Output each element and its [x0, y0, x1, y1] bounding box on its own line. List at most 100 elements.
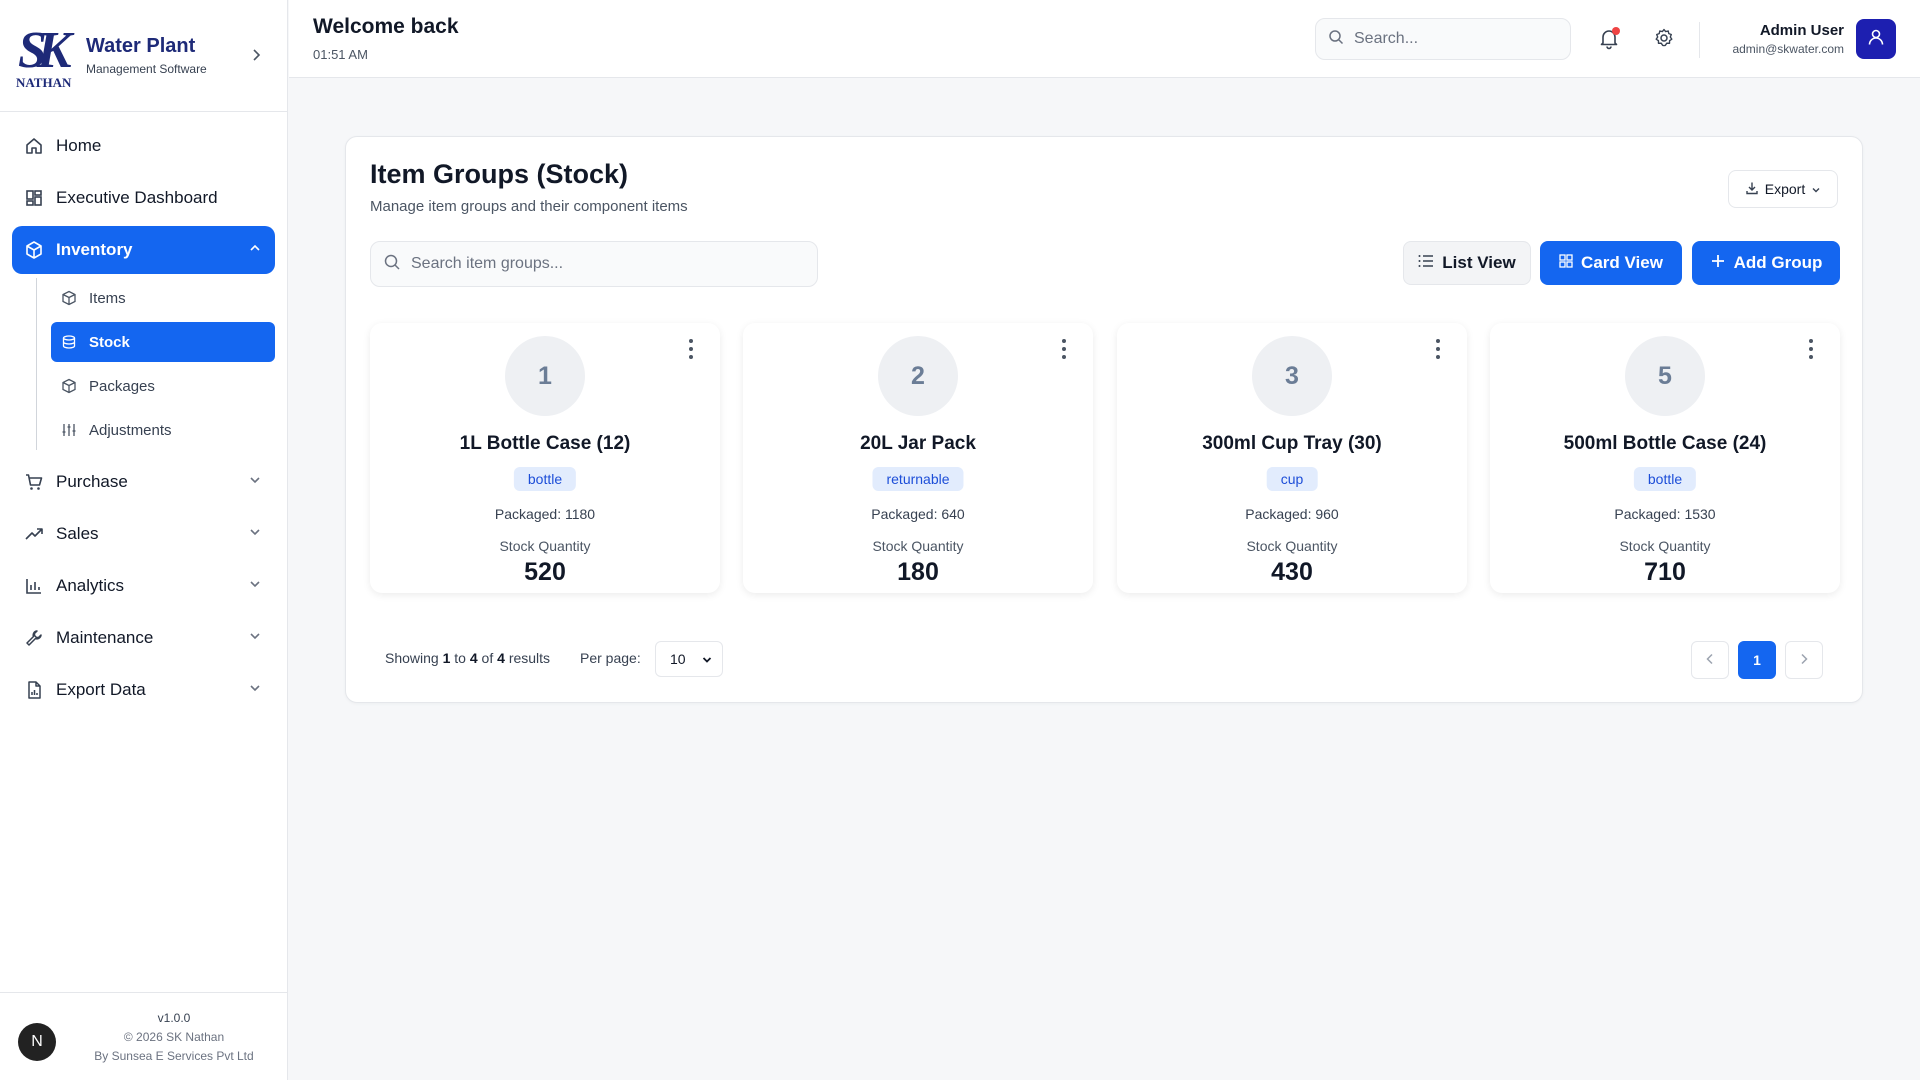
- nav-item-analytics[interactable]: Analytics: [12, 562, 275, 610]
- user-icon: [1866, 27, 1886, 52]
- bell-icon: [1597, 30, 1621, 54]
- welcome-title: Welcome back: [313, 15, 459, 38]
- avatar[interactable]: N: [18, 1023, 56, 1061]
- chevron-down-icon: [702, 651, 712, 667]
- group-number: 3: [1252, 336, 1332, 416]
- item-group-card[interactable]: 1 1L Bottle Case (12) bottle Packaged: 1…: [370, 323, 720, 593]
- chevron-left-icon: [1706, 652, 1714, 668]
- company-logo: SK NATHAN: [16, 21, 72, 90]
- card-view-button[interactable]: Card View: [1540, 241, 1682, 285]
- chevron-down-icon: [1811, 181, 1821, 197]
- group-name: 500ml Bottle Case (24): [1563, 433, 1767, 454]
- sidebar-footer: N v1.0.0 © 2026 SK Nathan By Sunsea E Se…: [0, 992, 288, 1080]
- add-group-button[interactable]: Add Group: [1692, 241, 1840, 285]
- sidebar-item-packages[interactable]: Packages: [51, 366, 275, 406]
- settings-button[interactable]: [1653, 27, 1675, 49]
- per-page-label: Per page:: [580, 650, 641, 666]
- group-name: 20L Jar Pack: [860, 433, 976, 454]
- global-search[interactable]: [1315, 18, 1571, 60]
- notifications-button[interactable]: [1597, 26, 1621, 50]
- notification-dot: [1612, 27, 1620, 35]
- search-input[interactable]: [411, 255, 791, 273]
- app-title: Water Plant: [86, 35, 196, 57]
- search-icon: [383, 253, 401, 276]
- sidebar-item-items[interactable]: Items: [51, 278, 275, 318]
- nav-item-label: Home: [56, 136, 102, 155]
- package-icon: [61, 378, 77, 394]
- packaged-count: Packaged: 960: [1245, 506, 1339, 522]
- chevron-down-icon: [249, 578, 261, 592]
- next-page-button[interactable]: [1785, 641, 1823, 679]
- nav-item-label: Sales: [56, 524, 99, 543]
- nav-item-label: Executive Dashboard: [56, 188, 218, 207]
- more-vertical-icon[interactable]: [1435, 339, 1441, 359]
- grid-icon: [1559, 253, 1573, 273]
- nav-item-export-data[interactable]: Export Data: [12, 666, 275, 714]
- copyright-label: © 2026 SK Nathan: [123, 1030, 225, 1044]
- file-chart-icon: [24, 680, 44, 700]
- export-button[interactable]: Export: [1728, 170, 1838, 208]
- nav-item-inventory[interactable]: Inventory: [12, 226, 275, 274]
- group-tag: cup: [1266, 467, 1318, 491]
- per-page-select[interactable]: 10: [655, 641, 723, 677]
- chevron-right-icon[interactable]: [251, 48, 261, 64]
- version-label: v1.0.0: [157, 1011, 191, 1025]
- page-subtitle: Manage item groups and their component i…: [370, 198, 688, 215]
- sliders-icon: [61, 422, 77, 438]
- packaged-count: Packaged: 640: [871, 506, 965, 522]
- nav-item-label: Analytics: [56, 576, 125, 595]
- group-number: 2: [878, 336, 958, 416]
- more-vertical-icon[interactable]: [688, 339, 694, 359]
- group-number: 5: [1625, 336, 1705, 416]
- plus-icon: [1710, 253, 1726, 274]
- list-icon: [1418, 253, 1434, 273]
- item-group-card[interactable]: 5 500ml Bottle Case (24) bottle Packaged…: [1490, 323, 1840, 593]
- chevron-down-icon: [249, 682, 261, 696]
- group-search[interactable]: [370, 241, 818, 287]
- nav-item-executive-dashboard[interactable]: Executive Dashboard: [12, 174, 275, 222]
- stock-quantity-label: Stock Quantity: [1619, 538, 1711, 554]
- database-icon: [61, 334, 77, 350]
- nav-item-sales[interactable]: Sales: [12, 510, 275, 558]
- list-view-button[interactable]: List View: [1403, 241, 1531, 285]
- sidebar-item-adjustments[interactable]: Adjustments: [51, 410, 275, 450]
- group-name: 300ml Cup Tray (30): [1202, 433, 1382, 454]
- group-number: 1: [505, 336, 585, 416]
- nav-item-purchase[interactable]: Purchase: [12, 458, 275, 506]
- inventory-submenu: Items Stock Packages Adjustments: [36, 278, 275, 450]
- stock-quantity-label: Stock Quantity: [1246, 538, 1338, 554]
- more-vertical-icon[interactable]: [1061, 339, 1067, 359]
- item-groups-panel: Item Groups (Stock) Manage item groups a…: [345, 136, 1863, 703]
- stock-quantity-value: 180: [897, 558, 939, 586]
- group-tag: bottle: [513, 467, 577, 491]
- chevron-down-icon: [249, 526, 261, 540]
- current-time: 01:51 AM: [313, 47, 368, 62]
- top-header: Welcome back 01:51 AM Admin User admin@s…: [289, 0, 1920, 78]
- chevron-right-icon: [1800, 652, 1808, 668]
- item-group-cards: 1 1L Bottle Case (12) bottle Packaged: 1…: [370, 323, 1840, 593]
- search-input[interactable]: [1354, 30, 1554, 48]
- nav-item-label: Inventory: [56, 240, 133, 259]
- dashboard-icon: [24, 188, 44, 208]
- page-title: Item Groups (Stock): [370, 159, 629, 189]
- item-group-card[interactable]: 2 20L Jar Pack returnable Packaged: 640 …: [743, 323, 1093, 593]
- wrench-icon: [24, 628, 44, 648]
- home-icon: [24, 136, 44, 156]
- brand-header[interactable]: SK NATHAN Water Plant Management Softwar…: [0, 0, 287, 112]
- search-icon: [1328, 29, 1344, 50]
- nav-item-maintenance[interactable]: Maintenance: [12, 614, 275, 662]
- previous-page-button[interactable]: [1691, 641, 1729, 679]
- user-name: Admin User: [1759, 22, 1844, 39]
- more-vertical-icon[interactable]: [1808, 339, 1814, 359]
- item-group-card[interactable]: 3 300ml Cup Tray (30) cup Packaged: 960 …: [1117, 323, 1467, 593]
- company-label: By Sunsea E Services Pvt Ltd: [94, 1049, 254, 1063]
- user-avatar[interactable]: [1856, 19, 1896, 59]
- bar-chart-icon: [24, 576, 44, 596]
- main-nav: Home Executive Dashboard Inventory Items: [0, 112, 287, 728]
- nav-item-home[interactable]: Home: [12, 122, 275, 170]
- page-button-current[interactable]: 1: [1738, 641, 1776, 679]
- nav-item-label: Purchase: [56, 472, 128, 491]
- sidebar-item-stock[interactable]: Stock: [51, 322, 275, 362]
- trending-up-icon: [24, 524, 44, 544]
- stock-quantity-label: Stock Quantity: [499, 538, 591, 554]
